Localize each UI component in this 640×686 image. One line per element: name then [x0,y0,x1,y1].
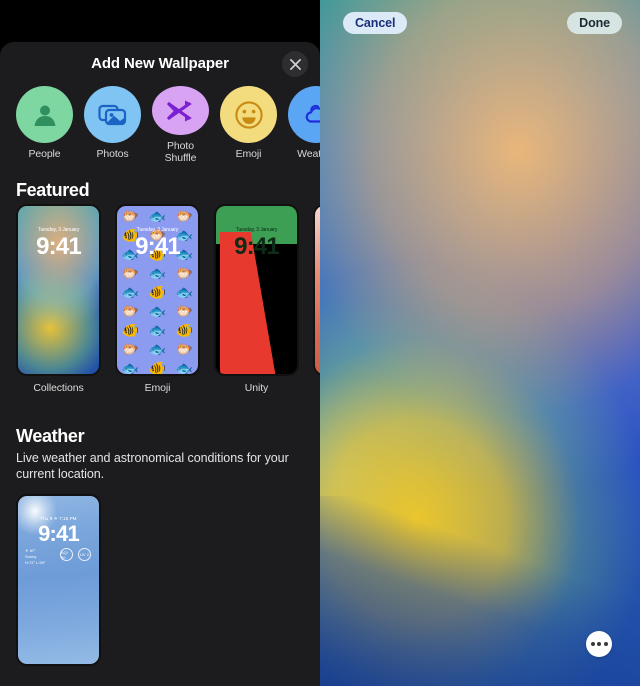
wallpaper-thumbnail[interactable] [313,204,320,376]
wallpaper-thumbnail[interactable]: Tuesday, 3 January 9:41 [214,204,299,376]
category-photo-shuffle[interactable]: Photo Shuffle [152,86,209,164]
sheet-header: Add New Wallpaper [0,42,320,88]
emoji-glyph: 🐡 [175,303,194,319]
emoji-glyph: 🐠 [148,284,167,300]
uv-widget: UV 2 [78,548,91,561]
emoji-glyph: 🐡 [175,208,194,224]
close-icon [289,58,301,70]
category-label: Photos [96,148,129,160]
category-label: People [28,148,61,160]
ellipsis-icon [603,642,608,646]
thumbnail-time: 9:41 [36,233,82,260]
emoji-glyph: 🐠 [121,322,140,338]
wallpaper-category-row[interactable]: People Photos Photo Shuffle Emoji Wea [0,86,320,164]
featured-item-partial[interactable] [313,204,320,398]
ellipsis-icon [597,642,601,646]
thumbnail-time: 9:41 [135,233,181,260]
page-title: Add New Wallpaper [91,55,229,72]
emoji-glyph: 🐡 [121,303,140,319]
weather-preview-widgets: AQI 50 UV 2 [60,548,91,561]
emoji-glyph: 🐡 [121,265,140,281]
category-emoji[interactable]: Emoji [220,86,277,164]
thumbnail-caption: Unity [244,382,269,394]
cloud-sun-icon [288,86,320,143]
emoji-glyph: 🐟 [148,341,167,357]
emoji-glyph: 🐟 [175,284,194,300]
aqi-widget: AQI 50 [60,548,73,561]
featured-item-emoji[interactable]: 🐡 🐟 🐡 🐠 🐡 🐟 🐟 🐠 🐟 🐡 🐟 🐡 🐟 🐠 🐟 🐡 🐟 🐡 🐠 🐟 🐠 🐡 🐟 🐡 🐟 🐠 🐟 Tuesday, 3 J… [115,204,200,398]
weather-wallpaper-preview[interactable]: Thu 9 ☀ 7:15 PM 9:41 ☀ 67° Sunny H:72° L… [16,494,101,666]
weather-description: Live weather and astronomical conditions… [16,451,289,481]
close-button[interactable] [282,51,308,77]
shuffle-icon [152,86,209,135]
featured-item-collections[interactable]: Tuesday, 3 January 9:41 Collections [16,204,101,398]
featured-item-unity[interactable]: Tuesday, 3 January 9:41 Unity [214,204,299,398]
category-people[interactable]: People [16,86,73,164]
emoji-glyph: 🐡 [175,341,194,357]
emoji-glyph: 🐟 [148,303,167,319]
wallpaper-thumbnail[interactable]: Tuesday, 3 January 9:41 [16,204,101,376]
emoji-glyph: 🐟 [148,322,167,338]
weather-high-low: H:72° L:59° [25,560,46,565]
emoji-glyph: 🐟 [121,360,140,376]
smiley-icon [220,86,277,143]
emoji-glyph: 🐟 [148,208,167,224]
done-button[interactable]: Done [567,12,622,34]
wallpaper-bottom-shade [320,496,640,686]
emoji-glyph: 🐟 [121,284,140,300]
category-photos[interactable]: Photos [84,86,141,164]
weather-section-title: Weather [16,426,85,446]
wallpaper-picker-screen: Add New Wallpaper People Photos Photo Sh… [0,0,640,686]
thumbnail-caption: Emoji [144,382,171,394]
category-weather[interactable]: Weather [288,86,320,164]
left-panel: Add New Wallpaper People Photos Photo Sh… [0,0,320,686]
emoji-glyph: 🐠 [175,322,194,338]
category-label: Photo Shuffle [164,140,197,164]
emoji-glyph: 🐡 [121,208,140,224]
more-options-button[interactable] [586,631,612,657]
weather-preview-time: 9:41 [38,521,80,546]
photos-icon [84,86,141,143]
weather-preview-conditions: ☀ 67° Sunny H:72° L:59° [25,548,46,566]
lock-screen-editor: Cancel Done Friday, 10 June 1:34 [320,0,640,686]
thumbnail-caption: Collections [33,382,84,394]
emoji-glyph: 🐟 [148,265,167,281]
ellipsis-icon [590,642,595,646]
featured-thumbnail-row[interactable]: Tuesday, 3 January 9:41 Collections 🐡 🐟 🐡 🐠… [0,204,320,398]
category-label: Emoji [235,148,262,160]
emoji-glyph: 🐠 [148,360,167,376]
emoji-glyph: 🐡 [175,265,194,281]
emoji-glyph: 🐟 [175,360,194,376]
person-icon [16,86,73,143]
featured-section-title: Featured [16,180,90,200]
category-label: Weather [297,148,320,160]
add-wallpaper-sheet: Add New Wallpaper People Photos Photo Sh… [0,42,320,686]
emoji-glyph: 🐡 [121,341,140,357]
thumbnail-time: 9:41 [234,233,280,260]
cancel-button[interactable]: Cancel [343,12,408,34]
wallpaper-thumbnail[interactable]: 🐡 🐟 🐡 🐠 🐡 🐟 🐟 🐠 🐟 🐡 🐟 🐡 🐟 🐠 🐟 🐡 🐟 🐡 🐠 🐟 🐠 🐡 🐟 🐡 🐟 🐠 🐟 Tuesday, 3 J… [115,204,200,376]
